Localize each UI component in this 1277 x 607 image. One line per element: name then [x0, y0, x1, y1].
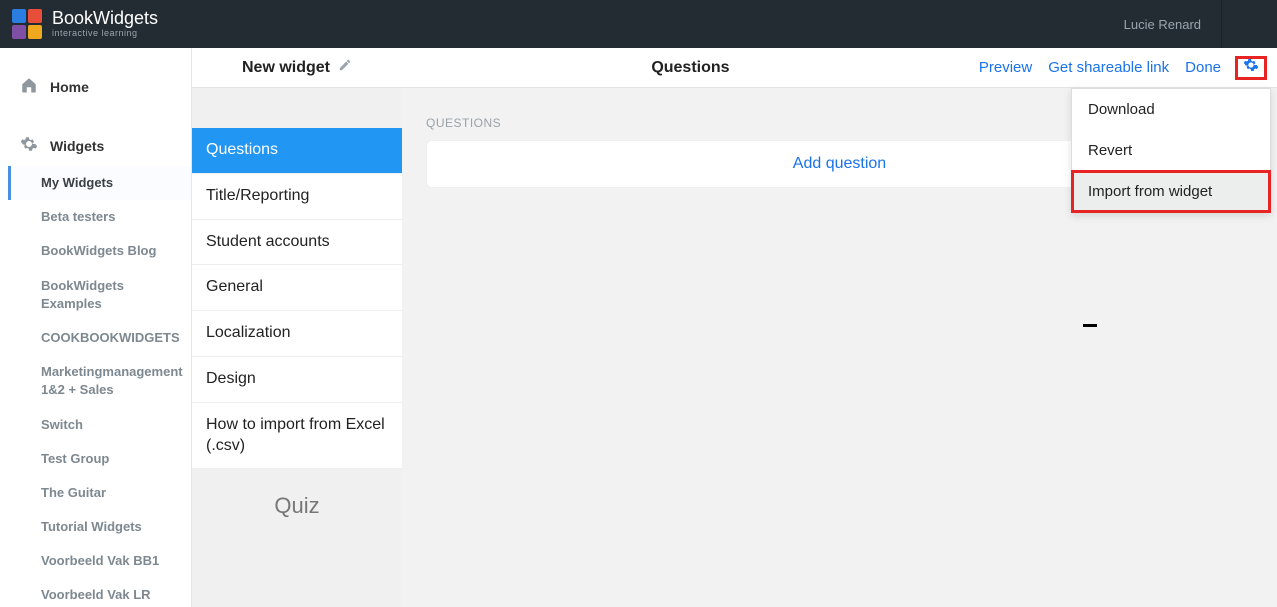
- sidebar-item-label: BookWidgets Blog: [41, 242, 156, 260]
- user-name[interactable]: Lucie Renard: [1104, 17, 1221, 32]
- sidebar-item-label: The Guitar: [41, 484, 106, 502]
- text-cursor: [1083, 321, 1097, 327]
- brand-name: BookWidgets: [52, 9, 158, 29]
- pencil-icon: [338, 58, 352, 77]
- sidebar-item-label: Voorbeeld Vak BB1: [41, 552, 159, 570]
- top-bar: BookWidgets interactive learning Lucie R…: [0, 0, 1277, 48]
- sidebar-item-label: COOKBOOKWIDGETS: [41, 329, 180, 347]
- brand-tagline: interactive learning: [52, 29, 158, 39]
- home-icon: [20, 76, 38, 97]
- sidebar-item-my-widgets[interactable]: My Widgets: [8, 166, 191, 200]
- logo-icon: [12, 9, 42, 39]
- sidebar-home[interactable]: Home: [0, 66, 191, 107]
- section-design[interactable]: Design: [192, 357, 402, 403]
- section-questions[interactable]: Questions: [192, 128, 402, 174]
- editor-title: Questions: [402, 59, 979, 77]
- section-label: Title/Reporting: [206, 187, 309, 204]
- sidebar-item-label: Switch: [41, 416, 83, 434]
- sidebar-item-label: My Widgets: [41, 174, 113, 192]
- sidebar-item-switch[interactable]: Switch: [8, 408, 191, 442]
- section-label: Questions: [206, 141, 278, 158]
- sidebar-widgets[interactable]: Widgets: [0, 125, 191, 166]
- sidebar-item-blog[interactable]: BookWidgets Blog: [8, 234, 191, 268]
- sidebar-item-cookbook[interactable]: COOKBOOKWIDGETS: [8, 321, 191, 355]
- section-label: Student accounts: [206, 233, 330, 250]
- section-nav: New widget Questions Title/Reporting Stu…: [192, 48, 402, 607]
- sidebar-item-label: Tutorial Widgets: [41, 518, 142, 536]
- section-label: Localization: [206, 324, 291, 341]
- sidebar-item-voorbeeld-bb1[interactable]: Voorbeeld Vak BB1: [8, 544, 191, 578]
- gear-icon: [20, 135, 38, 156]
- section-label: Design: [206, 370, 256, 387]
- sidebar-item-test-group[interactable]: Test Group: [8, 442, 191, 476]
- editor-actions: Preview Get shareable link Done: [979, 58, 1265, 78]
- share-link[interactable]: Get shareable link: [1048, 59, 1169, 76]
- sidebar-item-examples[interactable]: BookWidgets Examples: [8, 269, 191, 321]
- preview-link[interactable]: Preview: [979, 59, 1032, 76]
- settings-dropdown: Download Revert Import from widget: [1071, 88, 1271, 213]
- sidebar-item-guitar[interactable]: The Guitar: [8, 476, 191, 510]
- logout-button[interactable]: [1221, 0, 1277, 48]
- sidebar-item-label: Voorbeeld Vak LR: [41, 586, 151, 604]
- editor-header: Questions Preview Get shareable link Don…: [402, 48, 1277, 88]
- section-student-accounts[interactable]: Student accounts: [192, 220, 402, 266]
- menu-import-from-widget[interactable]: Import from widget: [1072, 171, 1270, 212]
- widget-title-row[interactable]: New widget: [192, 48, 402, 88]
- section-general[interactable]: General: [192, 265, 402, 311]
- gear-icon: [1243, 57, 1259, 78]
- widget-type-label: Quiz: [192, 469, 402, 543]
- sidebar-item-beta-testers[interactable]: Beta testers: [8, 200, 191, 234]
- top-right: Lucie Renard: [1104, 0, 1277, 48]
- sidebar-item-tutorial[interactable]: Tutorial Widgets: [8, 510, 191, 544]
- menu-revert[interactable]: Revert: [1072, 130, 1270, 171]
- brand[interactable]: BookWidgets interactive learning: [12, 9, 158, 39]
- done-link[interactable]: Done: [1185, 59, 1221, 76]
- section-label: How to import from Excel (.csv): [206, 416, 385, 454]
- sidebar-item-label: BookWidgets Examples: [41, 277, 181, 313]
- section-title-reporting[interactable]: Title/Reporting: [192, 174, 402, 220]
- settings-menu-button[interactable]: [1237, 58, 1265, 78]
- editor-pane: Questions Preview Get shareable link Don…: [402, 48, 1277, 607]
- sidebar-item-label: Test Group: [41, 450, 109, 468]
- sidebar-item-voorbeeld-lr[interactable]: Voorbeeld Vak LR: [8, 578, 191, 607]
- brand-text: BookWidgets interactive learning: [52, 9, 158, 39]
- sidebar-sublist: My Widgets Beta testers BookWidgets Blog…: [0, 166, 191, 607]
- menu-download[interactable]: Download: [1072, 89, 1270, 130]
- section-localization[interactable]: Localization: [192, 311, 402, 357]
- sidebar-home-label: Home: [50, 79, 89, 95]
- sidebar-widgets-label: Widgets: [50, 138, 104, 154]
- left-sidebar: Home Widgets My Widgets Beta testers Boo…: [0, 48, 192, 607]
- section-label: General: [206, 278, 263, 295]
- widget-title: New widget: [242, 59, 330, 77]
- section-list: Questions Title/Reporting Student accoun…: [192, 128, 402, 469]
- sidebar-item-marketing[interactable]: Marketingmanagement 1&2 + Sales: [8, 355, 191, 407]
- sidebar-item-label: Beta testers: [41, 208, 115, 226]
- sidebar-item-label: Marketingmanagement 1&2 + Sales: [41, 363, 183, 399]
- section-import-csv[interactable]: How to import from Excel (.csv): [192, 403, 402, 470]
- main: Home Widgets My Widgets Beta testers Boo…: [0, 48, 1277, 607]
